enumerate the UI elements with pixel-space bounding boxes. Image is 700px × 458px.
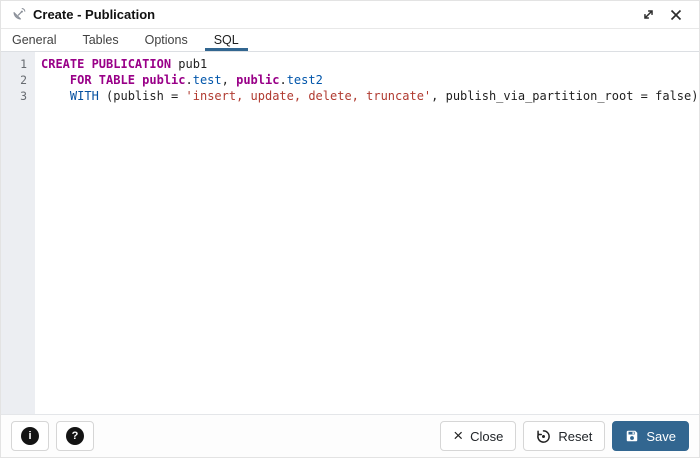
code-segment: pub1 (171, 57, 208, 71)
code-segment: public (236, 73, 280, 87)
tab-general[interactable]: General (3, 29, 65, 51)
save-button[interactable]: Save (612, 421, 689, 451)
tab-options[interactable]: Options (136, 29, 197, 51)
create-publication-dialog: Create - Publication General Tables Opti… (0, 0, 700, 458)
line-number: 2 (20, 73, 27, 87)
code-segment: , (221, 73, 237, 87)
sql-info-button[interactable]: i (11, 421, 49, 451)
tab-sql[interactable]: SQL (204, 29, 248, 51)
code-segment: FOR TABLE public (69, 73, 186, 87)
code-segment: test (192, 73, 222, 87)
reset-button-label: Reset (558, 428, 593, 444)
save-button-label: Save (646, 428, 676, 444)
reset-icon (536, 429, 551, 444)
line-number: 3 (20, 89, 27, 103)
code-segment: , publish_via_partition_root = false); (431, 89, 699, 103)
close-icon[interactable] (665, 4, 687, 26)
code-segment: 'insert, update, delete, truncate' (185, 89, 432, 103)
dialog-footer: i ? × Close Reset Save (1, 414, 699, 457)
line-number: 1 (20, 57, 27, 71)
dialog-tabbar: General Tables Options SQL (1, 29, 699, 52)
code-segment: WITH (69, 89, 99, 103)
question-icon: ? (66, 427, 84, 445)
save-floppy-icon (625, 429, 639, 443)
help-button[interactable]: ? (56, 421, 94, 451)
code-segment: . (279, 73, 287, 87)
close-button-label: Close (470, 428, 504, 444)
tab-tables[interactable]: Tables (73, 29, 127, 51)
code-segment: . (185, 73, 193, 87)
publication-satellite-icon (11, 7, 26, 22)
maximize-icon[interactable] (637, 4, 659, 26)
close-button[interactable]: × Close (440, 421, 517, 451)
dialog-header: Create - Publication (1, 1, 699, 29)
code-line: FOR TABLE public.test, public.test2 (41, 72, 699, 88)
code-segment: CREATE PUBLICATION (41, 57, 172, 71)
sql-editor[interactable]: 1 2 3 CREATE PUBLICATION pub1 FOR TABLE … (1, 52, 699, 414)
code-segment: test2 (286, 73, 323, 87)
line-number-gutter: 1 2 3 (1, 52, 35, 414)
code-area[interactable]: CREATE PUBLICATION pub1 FOR TABLE public… (35, 52, 699, 414)
close-x-icon: × (453, 426, 464, 445)
dialog-title: Create - Publication (33, 7, 156, 22)
code-segment: (publish = (98, 89, 186, 103)
info-icon: i (21, 427, 39, 445)
code-line: WITH (publish = 'insert, update, delete,… (41, 88, 699, 104)
reset-button[interactable]: Reset (523, 421, 606, 451)
code-line: CREATE PUBLICATION pub1 (41, 56, 699, 72)
